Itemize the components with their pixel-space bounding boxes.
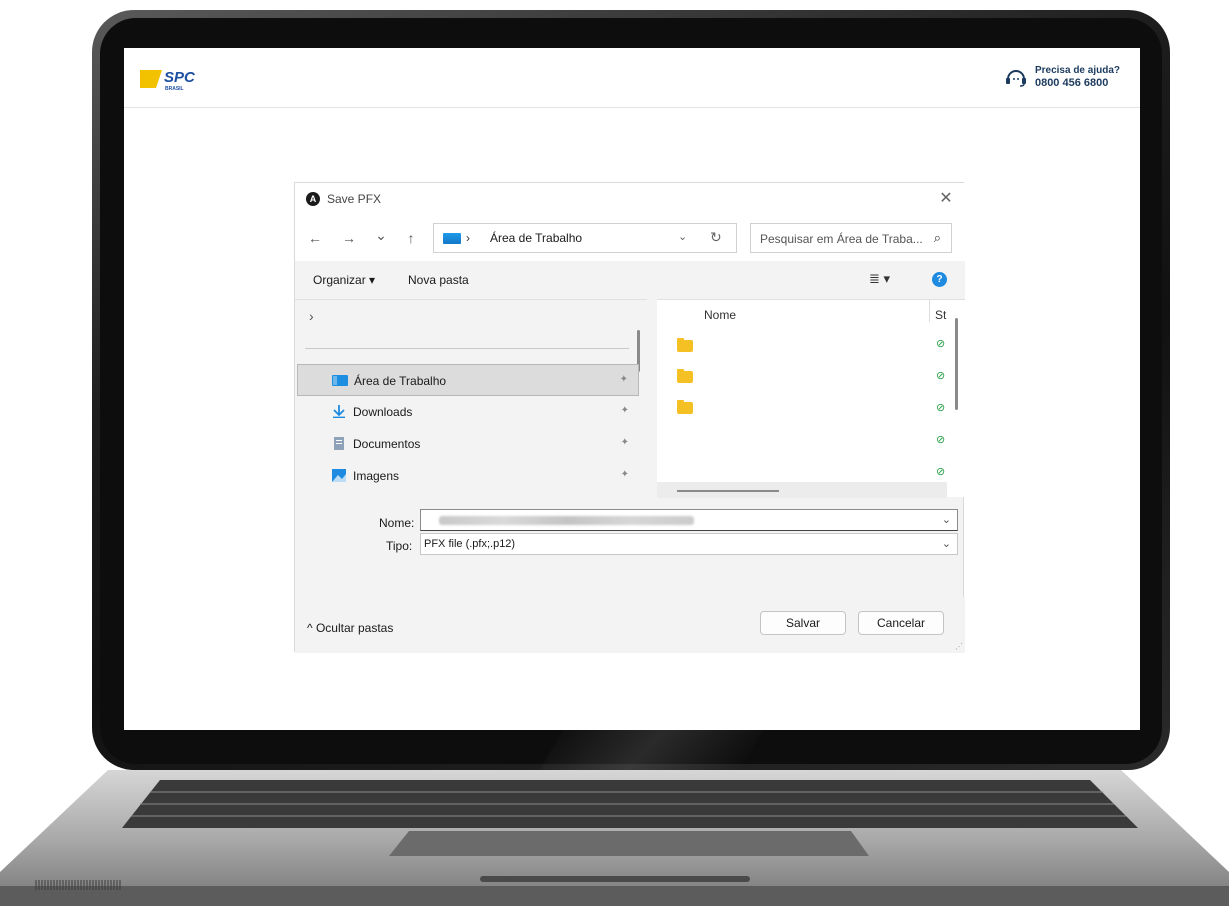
save-dialog: A Save PFX ✕ ← → ⌄ ↑ › Área de Trabalho … bbox=[294, 182, 965, 653]
app-icon: A bbox=[306, 192, 320, 206]
help-contact[interactable]: Precisa de ajuda? 0800 456 6800 bbox=[1005, 65, 1120, 89]
navpane-item-documents[interactable]: Documentos ✦ bbox=[297, 428, 639, 460]
folder-icon[interactable] bbox=[677, 338, 693, 352]
desktop-icon bbox=[443, 233, 461, 244]
screen-glare bbox=[539, 700, 781, 770]
site-header: SPC BRASIL Precisa de ajuda? 0800 456 68… bbox=[124, 48, 1140, 108]
sync-status-icon: ⊘ bbox=[936, 402, 946, 414]
sync-status-icon: ⊘ bbox=[936, 434, 946, 446]
breadcrumb-path[interactable]: Área de Trabalho bbox=[490, 231, 582, 245]
pin-icon: ✦ bbox=[619, 374, 628, 385]
file-type-select[interactable]: PFX file (.pfx;.p12) ⌄ bbox=[420, 533, 958, 555]
close-icon[interactable]: ✕ bbox=[935, 188, 957, 210]
pin-icon: ✦ bbox=[620, 437, 629, 448]
column-header-name[interactable]: Nome bbox=[704, 308, 736, 322]
pin-icon: ✦ bbox=[620, 405, 629, 416]
back-arrow-icon[interactable]: ← bbox=[305, 228, 325, 248]
help-question: Precisa de ajuda? bbox=[1034, 65, 1120, 76]
dialog-titlebar: A Save PFX ✕ bbox=[295, 183, 965, 215]
svg-text:SPC: SPC bbox=[164, 69, 196, 86]
dialog-footer: ^ Ocultar pastas Salvar Cancelar ⋰ bbox=[295, 597, 965, 653]
breadcrumb-separator: › bbox=[466, 231, 470, 245]
navigation-bar: ← → ⌄ ↑ › Área de Trabalho ⌄ ↻ Pesquisar… bbox=[295, 215, 965, 261]
navpane-item-downloads[interactable]: Downloads ✦ bbox=[297, 396, 639, 428]
navpane-label: Área de Trabalho bbox=[354, 374, 447, 388]
chevron-down-icon[interactable]: ⌄ bbox=[678, 230, 687, 243]
laptop-screen: SPC BRASIL Precisa de ajuda? 0800 456 68… bbox=[124, 48, 1140, 730]
new-folder-button[interactable]: Nova pasta bbox=[408, 273, 469, 287]
resize-grip-icon[interactable]: ⋰ bbox=[955, 642, 963, 651]
laptop-base bbox=[0, 770, 1229, 906]
sync-status-icon: ⊘ bbox=[936, 466, 946, 478]
pin-icon: ✦ bbox=[620, 469, 629, 480]
file-list: Nome St ⊘ ⊘ ⊘ ⊘ ⊘ bbox=[657, 299, 965, 498]
organize-menu[interactable]: Organizar ▾ bbox=[313, 273, 375, 287]
recent-locations-icon[interactable]: ⌄ bbox=[371, 225, 391, 245]
forward-arrow-icon[interactable]: → bbox=[339, 228, 359, 248]
desktop-icon bbox=[332, 375, 348, 386]
command-bar: Organizar ▾ Nova pasta ≣ ▾ ? bbox=[295, 261, 965, 299]
file-name-label: Nome: bbox=[379, 516, 415, 530]
expand-chevron-icon[interactable]: › bbox=[309, 308, 314, 324]
navpane-item-images[interactable]: Imagens ✦ bbox=[297, 460, 639, 492]
refresh-icon[interactable]: ↻ bbox=[710, 229, 722, 246]
spc-logo: SPC BRASIL bbox=[140, 69, 196, 92]
redacted-filename bbox=[439, 516, 694, 525]
navpane-label: Documentos bbox=[353, 437, 421, 451]
file-list-scrollbar[interactable] bbox=[955, 318, 958, 410]
file-type-value: PFX file (.pfx;.p12) bbox=[424, 538, 516, 550]
hide-folders-toggle[interactable]: ^ Ocultar pastas bbox=[307, 621, 393, 635]
up-arrow-icon[interactable]: ↑ bbox=[401, 228, 421, 248]
svg-text:BRASIL: BRASIL bbox=[165, 86, 184, 92]
navigation-pane: › Área de Trabalho ✦ Downloads ✦ Documen… bbox=[295, 299, 647, 497]
column-divider[interactable] bbox=[929, 300, 930, 322]
sync-status-icon: ⊘ bbox=[936, 370, 946, 382]
headset-icon bbox=[1005, 70, 1026, 87]
horizontal-scrollbar[interactable] bbox=[677, 490, 779, 492]
download-icon bbox=[333, 405, 345, 418]
file-type-label: Tipo: bbox=[386, 539, 413, 553]
folder-icon[interactable] bbox=[677, 400, 693, 414]
help-icon[interactable]: ? bbox=[932, 272, 947, 287]
navpane-divider bbox=[305, 348, 629, 349]
search-input[interactable]: Pesquisar em Área de Traba... ⌕ bbox=[750, 223, 952, 253]
sync-status-icon: ⊘ bbox=[936, 338, 946, 350]
address-bar[interactable]: › Área de Trabalho ⌄ ↻ bbox=[433, 223, 737, 253]
folder-icon[interactable] bbox=[677, 369, 693, 383]
search-placeholder: Pesquisar em Área de Traba... bbox=[760, 232, 923, 246]
chevron-down-icon[interactable]: ⌄ bbox=[942, 513, 951, 526]
dialog-title: Save PFX bbox=[327, 192, 382, 206]
laptop-mockup: SPC BRASIL Precisa de ajuda? 0800 456 68… bbox=[0, 0, 1229, 909]
document-icon bbox=[334, 437, 344, 450]
navpane-label: Downloads bbox=[353, 405, 413, 419]
save-button[interactable]: Salvar bbox=[760, 611, 846, 635]
search-icon[interactable]: ⌕ bbox=[934, 230, 941, 246]
chevron-down-icon[interactable]: ⌄ bbox=[942, 537, 951, 550]
help-phone[interactable]: 0800 456 6800 bbox=[1035, 77, 1120, 89]
file-name-field[interactable]: ⌄ bbox=[420, 509, 958, 531]
image-icon bbox=[332, 469, 346, 482]
view-options-icon[interactable]: ≣ ▾ bbox=[869, 271, 890, 287]
navpane-item-desktop[interactable]: Área de Trabalho ✦ bbox=[297, 364, 639, 396]
navpane-label: Imagens bbox=[353, 469, 400, 483]
cancel-button[interactable]: Cancelar bbox=[858, 611, 944, 635]
column-header-status[interactable]: St bbox=[935, 308, 946, 322]
